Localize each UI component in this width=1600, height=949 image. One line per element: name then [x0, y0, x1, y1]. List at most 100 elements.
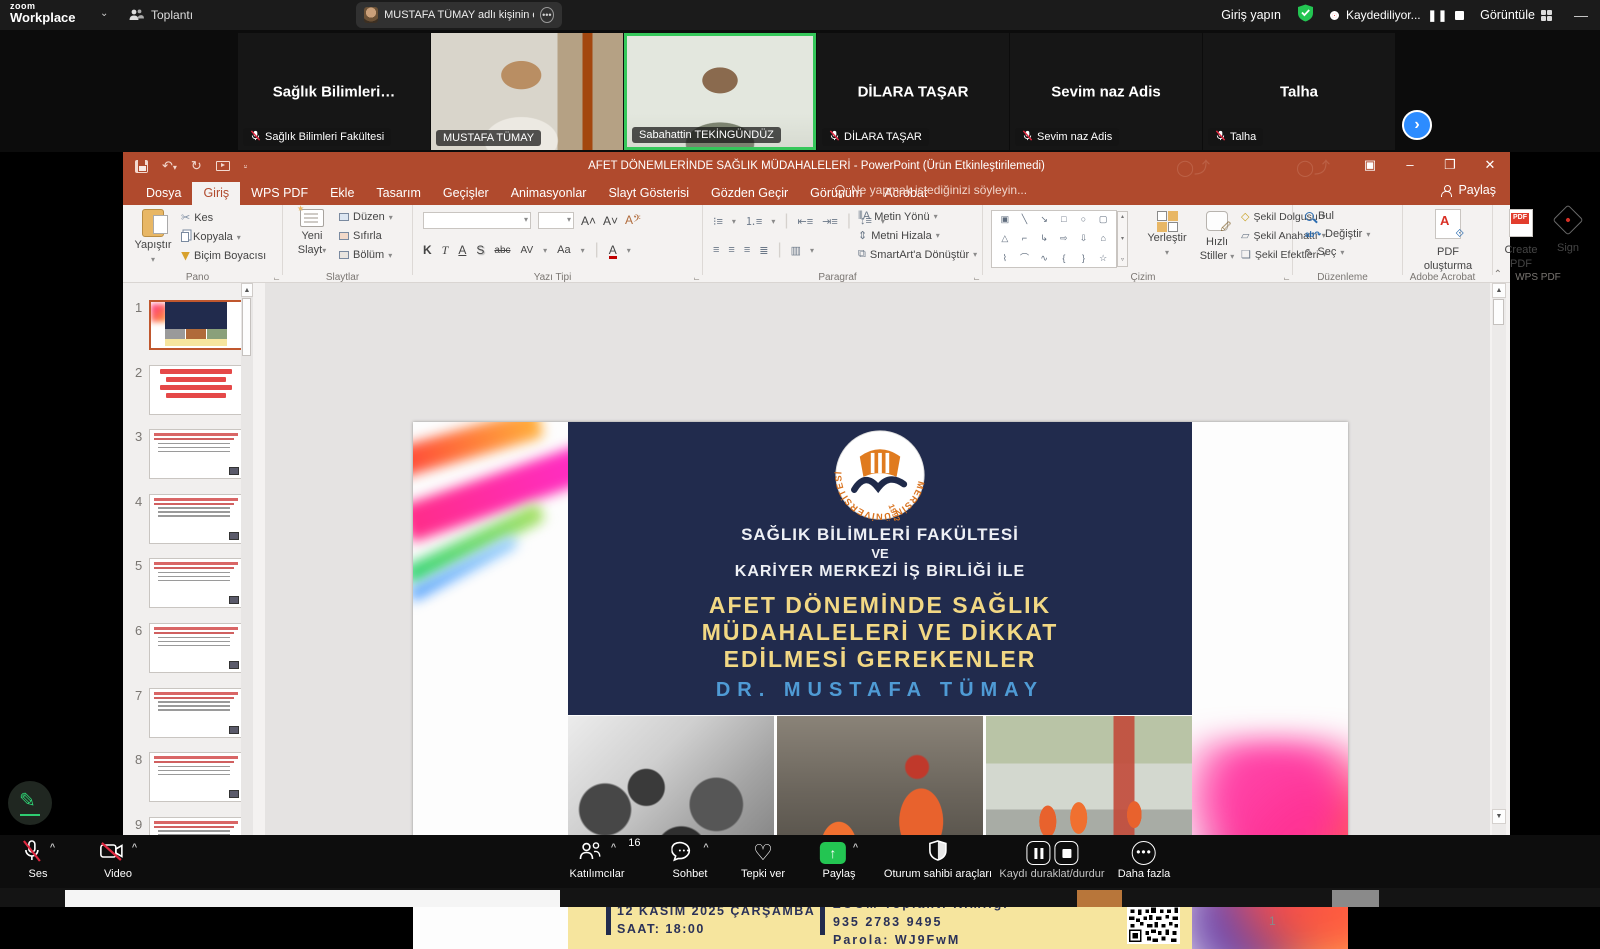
tab-meeting[interactable]: Toplantı	[128, 0, 193, 30]
chevron-up-icon[interactable]: ^	[703, 842, 708, 852]
chevron-down-icon[interactable]: ⌄	[100, 8, 108, 19]
find-button[interactable]: Bul	[1305, 210, 1370, 222]
scroll-up-icon[interactable]: ▲	[1492, 283, 1506, 298]
tell-me-search[interactable]: Ne yapmak istediğinizi söyleyin...	[835, 183, 1027, 197]
taskbar-app-orange[interactable]	[1077, 890, 1122, 907]
ribbon-tab-tasar-m[interactable]: Tasarım	[365, 182, 431, 205]
ribbon-tab-slayt-g-sterisi[interactable]: Slayt Gösterisi	[597, 182, 700, 205]
ribbon-tab-dosya[interactable]: Dosya	[135, 182, 192, 205]
align-center-icon[interactable]: ≡	[728, 244, 734, 256]
toolbar-record-button[interactable]: Kaydı duraklat/durdur	[999, 839, 1104, 880]
vertical-scrollbar[interactable]: ▲ ▼ ▲▲ ▼▼	[1492, 283, 1506, 888]
shapes-gallery[interactable]: ▣╲↘□○▢ △⌐↳⇨⇩⌂ ⌇⌒∿{}☆ ▴▾▿	[991, 210, 1117, 268]
shapes-scrollbar[interactable]: ▴▾▿	[1117, 211, 1128, 267]
security-shield-icon[interactable]	[1297, 4, 1314, 27]
toolbar-react-button[interactable]: ♡Tepki ver	[741, 839, 785, 880]
columns-icon[interactable]: ▥	[791, 244, 801, 257]
text-direction-button[interactable]: ⦀AMetin Yönü ▾	[858, 210, 977, 223]
toolbar-host-tools-button[interactable]: Oturum sahibi araçları	[884, 839, 992, 880]
slide-thumbnail-7[interactable]	[149, 688, 243, 738]
taskbar-app-white[interactable]	[65, 890, 560, 907]
clear-formatting-icon[interactable]: A𝄢	[625, 213, 641, 228]
minimize-icon[interactable]: —	[1574, 7, 1588, 23]
pdf-create-button[interactable]: PDF oluşturma	[1413, 209, 1483, 273]
wps-sign-button[interactable]: Sign	[1549, 209, 1587, 256]
video-tile-3[interactable]: Sabahattin TEKİNGÜNDÜZ	[624, 33, 816, 150]
increase-indent-icon[interactable]: ⇥≡	[822, 215, 838, 228]
align-right-icon[interactable]: ≡	[744, 244, 750, 256]
view-button[interactable]: Görüntüle	[1480, 8, 1552, 22]
scrollbar-thumb[interactable]	[1493, 299, 1504, 325]
shrink-font-icon[interactable]: A˅	[603, 214, 618, 228]
dialog-launcher-icon[interactable]: ⌙	[1283, 274, 1290, 283]
arrange-button[interactable]: Yerleştir▾	[1141, 211, 1193, 260]
grow-font-icon[interactable]: A˄	[581, 214, 596, 228]
ribbon-tab-g-zden-ge-ir[interactable]: Gözden Geçir	[700, 182, 799, 205]
scroll-up-icon[interactable]: ▲	[241, 283, 253, 297]
reset-button[interactable]: Sıfırla	[339, 230, 393, 242]
dialog-launcher-icon[interactable]: ⌙	[273, 274, 280, 283]
pause-recording-icon[interactable]: ❚❚	[1428, 9, 1448, 22]
slide-thumbnail-4[interactable]	[149, 494, 243, 544]
slide-thumbnail-5[interactable]	[149, 558, 243, 608]
font-color-button[interactable]: A	[609, 243, 617, 257]
next-participants-arrow-button[interactable]: ›	[1402, 110, 1432, 140]
chevron-up-icon[interactable]: ^	[611, 842, 616, 852]
dialog-launcher-icon[interactable]: ⌙	[693, 274, 700, 283]
window-close-button[interactable]: ✕	[1470, 152, 1510, 180]
toolbar-video-button[interactable]: ^Video	[99, 839, 137, 880]
copy-button[interactable]: Kopyala ▾	[181, 231, 266, 243]
numbering-icon[interactable]: ⒈≡	[745, 213, 762, 229]
italic-button[interactable]: T	[442, 243, 449, 258]
scrollbar-thumb[interactable]	[242, 298, 251, 356]
scroll-down-icon[interactable]: ▼	[1492, 809, 1506, 824]
ribbon-tab-giri-[interactable]: Giriş	[192, 182, 240, 205]
change-case-button[interactable]: Aa	[557, 244, 570, 256]
chevron-up-icon[interactable]: ^	[50, 842, 55, 852]
ribbon-tab-animasyonlar[interactable]: Animasyonlar	[500, 182, 598, 205]
font-size-combo[interactable]	[538, 212, 574, 229]
chevron-up-icon[interactable]: ^	[853, 842, 858, 852]
align-text-button[interactable]: ⇕Metni Hizala ▾	[858, 229, 977, 242]
slide-thumbnail-3[interactable]	[149, 429, 243, 479]
slide-thumbnail-1[interactable]	[149, 300, 243, 350]
toolbar-participants-button[interactable]: 16^Katılımcılar	[569, 839, 624, 880]
video-tile-5[interactable]: Sevim naz AdisSevim naz Adis	[1010, 33, 1202, 150]
window-minimize-button[interactable]: –	[1390, 152, 1430, 180]
slide-thumbnail-8[interactable]	[149, 752, 243, 802]
font-name-combo[interactable]	[423, 212, 531, 229]
toolbar-chat-button[interactable]: ^Sohbet	[671, 839, 708, 880]
paste-button[interactable]: Yapıştır▾	[131, 209, 175, 267]
replace-button[interactable]: ab↷Değiştir ▾	[1305, 228, 1370, 240]
tab-screen-share[interactable]: MUSTAFA TÜMAY adlı kişinin ekra •••	[356, 2, 562, 28]
select-button[interactable]: ⇖Seç ▾	[1305, 246, 1370, 258]
shadow-button[interactable]: S	[476, 243, 484, 257]
video-tile-6[interactable]: TalhaTalha	[1203, 33, 1395, 150]
toolbar-share-button[interactable]: ↑^Paylaş	[820, 839, 858, 880]
slide-thumbnail-6[interactable]	[149, 623, 243, 673]
align-left-icon[interactable]: ≡	[713, 244, 719, 256]
ppt-share-button[interactable]: Paylaş	[1441, 183, 1496, 197]
video-tile-2[interactable]: MUSTAFA TÜMAY	[431, 33, 623, 150]
thumbnail-scrollbar[interactable]: ▲	[241, 283, 253, 888]
justify-icon[interactable]: ≣	[759, 244, 768, 257]
annotation-pencil-button[interactable]: ✎	[8, 781, 52, 825]
sign-in-button[interactable]: Giriş yapın	[1221, 8, 1281, 22]
ribbon-tab-ge-i-ler[interactable]: Geçişler	[432, 182, 500, 205]
strikethrough-button[interactable]: abc	[494, 245, 510, 256]
decrease-indent-icon[interactable]: ⇤≡	[798, 215, 814, 228]
section-button[interactable]: Bölüm ▾	[339, 249, 393, 261]
wps-create-pdf-button[interactable]: Create PDF	[1495, 209, 1547, 271]
ribbon-display-options-icon[interactable]: ▣	[1350, 152, 1390, 180]
pause-record-icon[interactable]	[1026, 841, 1050, 865]
ribbon-tab-wps-pdf[interactable]: WPS PDF	[240, 182, 319, 205]
bold-button[interactable]: K	[423, 243, 432, 257]
layout-button[interactable]: Düzen ▾	[339, 211, 393, 223]
stop-record-icon[interactable]	[1054, 841, 1078, 865]
slide-thumbnail-2[interactable]	[149, 365, 243, 415]
chevron-up-icon[interactable]: ^	[132, 842, 137, 852]
new-slide-button[interactable]: Yeni Slayt▾	[289, 209, 335, 258]
toolbar-audio-button[interactable]: ^Ses	[21, 839, 55, 880]
format-painter-button[interactable]: Biçim Boyacısı	[181, 250, 266, 262]
toolbar-more-button[interactable]: •••Daha fazla	[1118, 839, 1171, 880]
